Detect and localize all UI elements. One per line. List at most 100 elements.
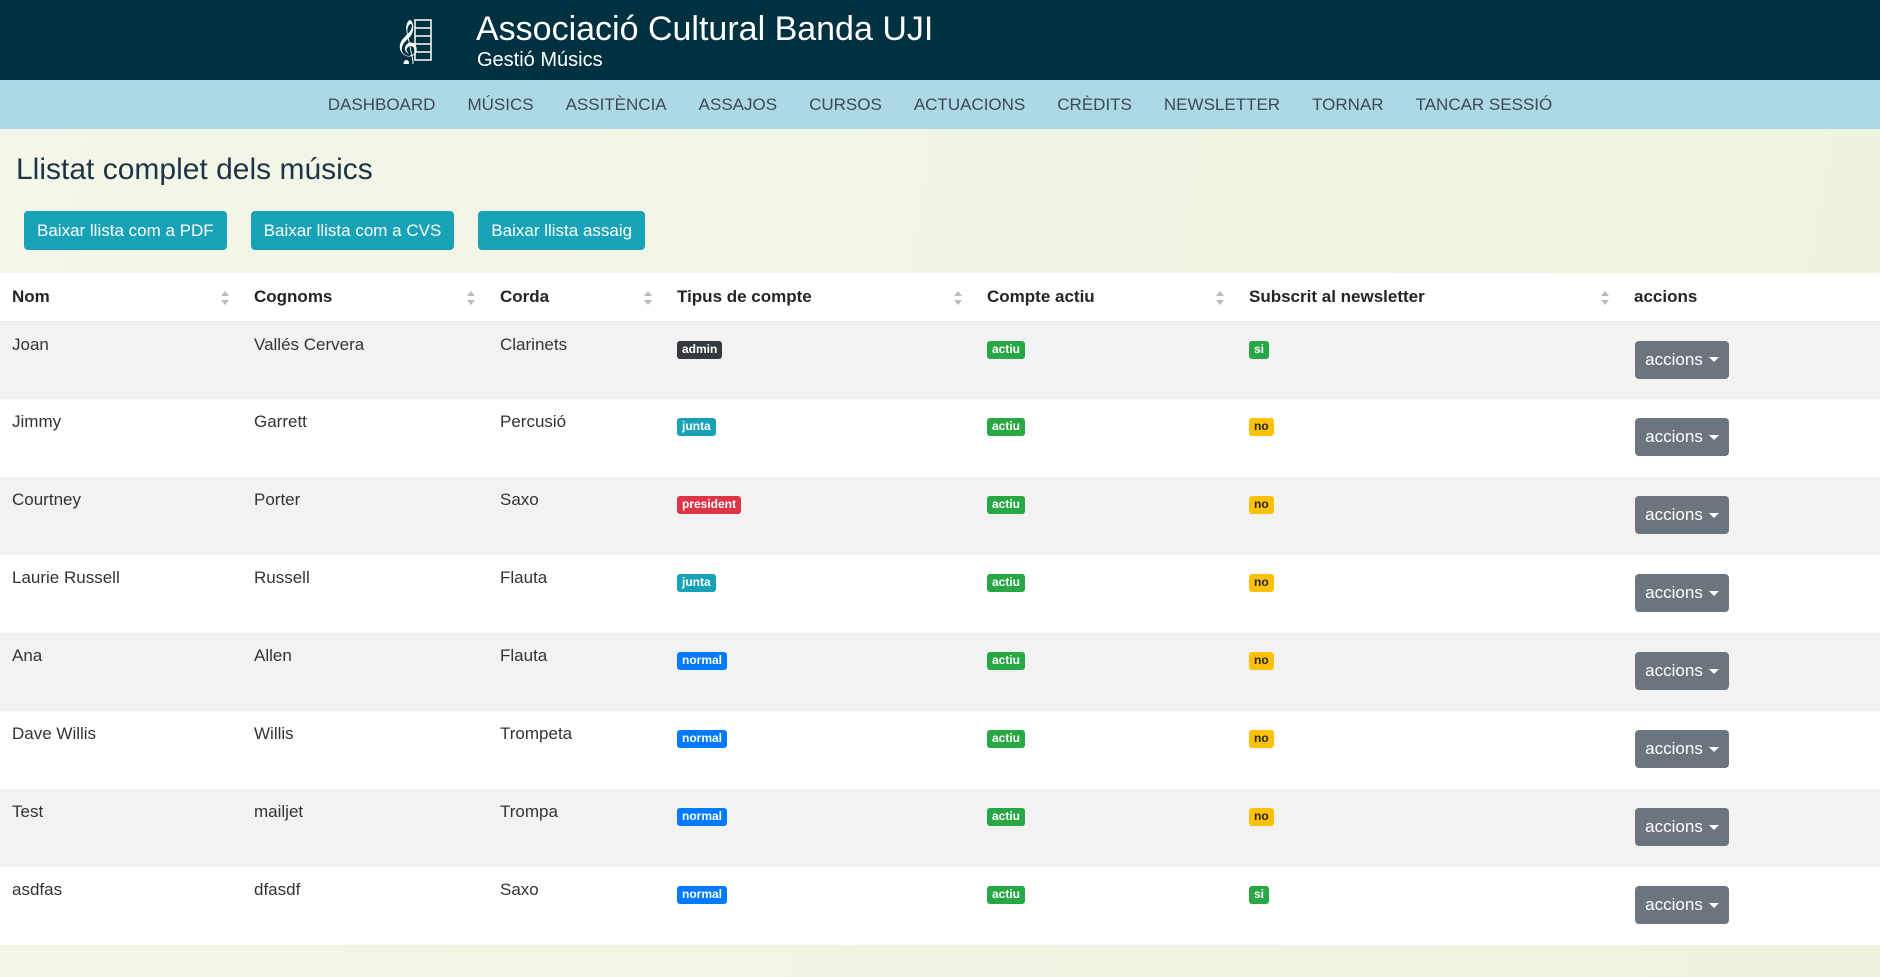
- active-status-badge: actiu: [987, 886, 1026, 904]
- cell-nom: Joan: [12, 334, 49, 354]
- cell-accions: accions: [1622, 789, 1880, 867]
- site-title: Associació Cultural Banda UJI: [476, 10, 934, 48]
- actions-dropdown-button[interactable]: accions: [1635, 652, 1729, 690]
- cell-tipus: normal: [665, 867, 975, 945]
- cell-corda: Trompa: [500, 802, 558, 821]
- sort-icon: [954, 291, 962, 305]
- actions-dropdown-label: accions: [1645, 349, 1703, 369]
- column-header-tipus[interactable]: Tipus de compte: [665, 273, 975, 322]
- nav-item-tancar-sessio[interactable]: TANCAR SESSIÓ: [1416, 95, 1553, 115]
- newsletter-badge: no: [1249, 418, 1274, 436]
- account-type-badge: normal: [677, 730, 728, 748]
- actions-dropdown-label: accions: [1645, 739, 1703, 758]
- caret-down-icon: [1708, 824, 1719, 830]
- cell-corda: Flauta: [500, 646, 548, 665]
- cell-corda: Trompeta: [500, 724, 573, 743]
- active-status-badge: actiu: [987, 730, 1026, 748]
- cell-cognoms: Russell: [254, 568, 310, 587]
- cell-cognoms: Vallés Cervera: [254, 334, 365, 354]
- cell-nom: Dave Willis: [12, 724, 97, 743]
- cell-accions: accions: [1622, 867, 1880, 945]
- download-assaig-button[interactable]: Baixar llista assaig: [478, 211, 646, 250]
- table-row: Jimmy Garrett Percusió junta actiu no ac…: [0, 399, 1880, 477]
- column-header-cognoms-label: Cognoms: [254, 286, 333, 306]
- active-status-badge: actiu: [987, 574, 1026, 592]
- cell-tipus: admin: [665, 321, 975, 399]
- actions-dropdown-button[interactable]: accions: [1635, 340, 1729, 379]
- cell-actiu: actiu: [975, 711, 1237, 789]
- actions-dropdown-button[interactable]: accions: [1635, 886, 1729, 924]
- newsletter-badge: no: [1249, 496, 1274, 514]
- cell-actiu: actiu: [975, 555, 1237, 633]
- cell-newsletter: si: [1237, 321, 1622, 399]
- cell-accions: accions: [1622, 633, 1880, 711]
- actions-dropdown-button[interactable]: accions: [1635, 730, 1729, 768]
- sort-icon: [644, 291, 652, 305]
- account-type-badge: normal: [677, 808, 728, 826]
- nav-item-assajos[interactable]: ASSAJOS: [699, 95, 777, 115]
- download-buttons: Baixar llista com a PDF Baixar llista co…: [24, 211, 646, 250]
- nav-item-newsletter[interactable]: NEWSLETTER: [1164, 95, 1280, 115]
- cell-nom: Laurie Russell: [12, 568, 120, 587]
- main-nav: DASHBOARD MÚSICS ASSITÈNCIA ASSAJOS CURS…: [0, 80, 1880, 129]
- cell-cognoms: Porter: [254, 490, 301, 509]
- column-header-actiu[interactable]: Compte actiu: [975, 273, 1237, 322]
- table-row: asdfas dfasdf Saxo normal actiu si accio…: [0, 867, 1880, 945]
- active-status-badge: actiu: [987, 418, 1026, 436]
- sort-icon: [221, 291, 229, 305]
- account-type-badge: normal: [677, 652, 728, 670]
- nav-item-cursos[interactable]: CURSOS: [809, 95, 882, 115]
- column-header-corda-label: Corda: [500, 286, 550, 306]
- active-status-badge: actiu: [987, 340, 1026, 359]
- column-header-newsletter[interactable]: Subscrit al newsletter: [1237, 273, 1622, 322]
- newsletter-badge: no: [1249, 730, 1274, 748]
- cell-accions: accions: [1622, 477, 1880, 555]
- table-row: Laurie Russell Russell Flauta junta acti…: [0, 555, 1880, 633]
- column-header-actiu-label: Compte actiu: [987, 286, 1095, 306]
- actions-dropdown-button[interactable]: accions: [1635, 574, 1729, 612]
- actions-dropdown-button[interactable]: accions: [1635, 496, 1729, 534]
- newsletter-badge: si: [1249, 340, 1270, 359]
- nav-item-assistencia[interactable]: ASSITÈNCIA: [566, 95, 667, 115]
- newsletter-badge: no: [1249, 808, 1274, 826]
- column-header-newsletter-label: Subscrit al newsletter: [1249, 286, 1425, 306]
- cell-newsletter: no: [1237, 477, 1622, 555]
- cell-tipus: junta: [665, 399, 975, 477]
- nav-item-actuacions[interactable]: ACTUACIONS: [914, 95, 1025, 115]
- nav-item-dashboard[interactable]: DASHBOARD: [328, 95, 436, 115]
- column-header-corda[interactable]: Corda: [488, 273, 665, 322]
- cell-cognoms: Garrett: [254, 412, 307, 431]
- table-row: Courtney Porter Saxo president actiu no …: [0, 477, 1880, 555]
- caret-down-icon: [1708, 746, 1719, 752]
- cell-actiu: actiu: [975, 633, 1237, 711]
- cell-nom: asdfas: [12, 880, 63, 899]
- treble-clef-logo-icon: 𝄞: [395, 19, 432, 64]
- column-header-nom[interactable]: Nom: [0, 273, 242, 322]
- column-header-cognoms[interactable]: Cognoms: [242, 273, 488, 322]
- cell-corda: Percusió: [500, 412, 567, 431]
- actions-dropdown-button[interactable]: accions: [1635, 808, 1729, 846]
- actions-dropdown-button[interactable]: accions: [1635, 418, 1729, 456]
- nav-item-tornar[interactable]: TORNAR: [1312, 95, 1383, 115]
- table-row: Dave Willis Willis Trompeta normal actiu…: [0, 711, 1880, 789]
- account-type-badge: normal: [677, 886, 728, 904]
- caret-down-icon: [1708, 357, 1719, 362]
- download-cvs-button[interactable]: Baixar llista com a CVS: [250, 211, 455, 250]
- cell-corda: Saxo: [500, 490, 539, 509]
- actions-dropdown-label: accions: [1645, 817, 1703, 836]
- actions-dropdown-label: accions: [1645, 583, 1703, 602]
- caret-down-icon: [1708, 590, 1719, 596]
- cell-nom: Jimmy: [12, 412, 62, 431]
- account-type-badge: admin: [677, 340, 723, 359]
- musicians-table-container: Nom Cognoms Corda Tipus de compte Compte…: [0, 273, 1880, 945]
- cell-tipus: normal: [665, 789, 975, 867]
- account-type-badge: president: [677, 496, 742, 514]
- download-pdf-button[interactable]: Baixar llista com a PDF: [24, 211, 227, 250]
- nav-item-musics[interactable]: MÚSICS: [467, 95, 533, 115]
- active-status-badge: actiu: [987, 496, 1026, 514]
- cell-accions: accions: [1622, 555, 1880, 633]
- caret-down-icon: [1708, 902, 1719, 908]
- newsletter-badge: si: [1249, 886, 1270, 904]
- cell-newsletter: no: [1237, 555, 1622, 633]
- nav-item-credits[interactable]: CRÈDITS: [1057, 95, 1132, 115]
